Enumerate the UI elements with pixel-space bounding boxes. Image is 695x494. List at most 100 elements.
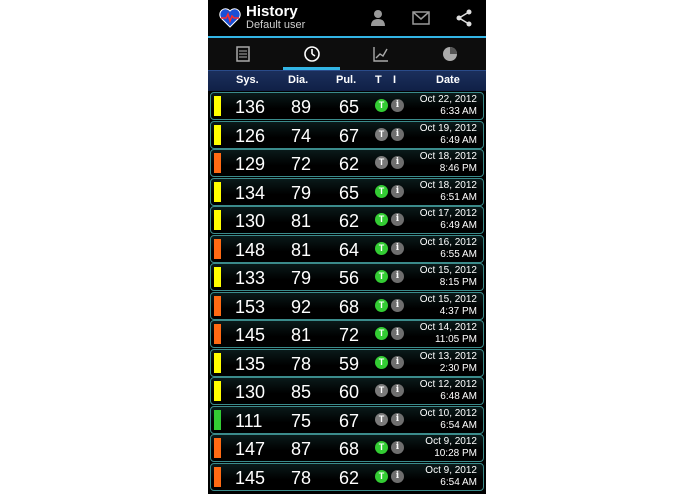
dia-value: 79 — [291, 182, 312, 203]
sys-value: 147 — [235, 439, 266, 459]
sys-value: 134 — [235, 182, 266, 203]
dia-value: 78 — [291, 353, 312, 374]
t-flag-icon[interactable]: T — [375, 412, 388, 426]
info-icon[interactable]: i — [391, 384, 404, 397]
time-text: 6:49 AM — [440, 134, 477, 146]
app-subtitle: Default user — [246, 19, 306, 31]
date-text: Oct 19, 2012 — [419, 122, 477, 134]
dia-value: 74 — [291, 125, 312, 146]
t-flag-icon[interactable]: T — [375, 156, 388, 169]
sys-value: 133 — [235, 268, 266, 288]
date-text: Oct 12, 2012 — [419, 379, 477, 390]
col-t[interactable]: T — [375, 74, 382, 86]
time-text: 8:15 PM — [439, 277, 477, 288]
tab-gauge[interactable] — [277, 38, 346, 70]
col-dia[interactable]: Dia. — [288, 74, 308, 86]
info-icon[interactable]: i — [391, 99, 404, 112]
pie-chart-icon — [442, 47, 457, 61]
table-row[interactable]: 130 85 60 Ti Oct 12, 2012 6:48 AM — [210, 377, 484, 405]
date-cell: Oct 14, 2012 11:05 PM — [409, 322, 477, 346]
info-icon[interactable]: i — [391, 184, 404, 198]
info-icon[interactable]: i — [391, 327, 404, 340]
date-cell: Oct 19, 2012 6:49 AM — [409, 123, 477, 147]
action-bar: History Default user — [208, 0, 486, 36]
mail-icon[interactable] — [411, 8, 431, 28]
t-flag-icon[interactable]: T — [375, 270, 388, 283]
table-row[interactable]: 145 81 72 Ti Oct 14, 2012 11:05 PM — [210, 320, 484, 348]
info-icon[interactable]: i — [391, 412, 404, 426]
date-cell: Oct 17, 2012 6:49 AM — [409, 208, 477, 232]
t-flag-icon[interactable]: T — [375, 384, 388, 397]
pulse-value: 65 — [339, 182, 360, 203]
table-row[interactable]: 129 72 62 Ti Oct 18, 2012 8:46 PM — [210, 149, 484, 177]
pulse-value: 56 — [339, 268, 360, 288]
t-flag-icon[interactable]: T — [375, 298, 388, 312]
t-flag-icon[interactable]: T — [375, 213, 388, 226]
col-date[interactable]: Date — [436, 74, 460, 86]
table-row[interactable]: 145 78 62 Ti Oct 9, 2012 6:54 AM — [210, 462, 484, 491]
t-flag-icon[interactable]: T — [375, 327, 388, 340]
info-icon[interactable]: i — [391, 355, 404, 369]
time-text: 10:28 PM — [434, 448, 477, 459]
t-flag-icon[interactable]: T — [375, 99, 388, 112]
pulse-value: 59 — [339, 353, 360, 374]
table-row[interactable]: 136 89 65 Ti Oct 22, 2012 6:33 AM — [210, 92, 484, 120]
t-flag-icon[interactable]: T — [375, 127, 388, 141]
info-icon[interactable]: i — [391, 213, 404, 226]
date-text: Oct 17, 2012 — [419, 208, 477, 219]
table-row[interactable]: 148 81 64 Ti Oct 16, 2012 6:55 AM — [210, 234, 484, 263]
table-row[interactable]: 153 92 68 Ti Oct 15, 2012 4:37 PM — [210, 291, 484, 320]
col-pul[interactable]: Pul. — [336, 74, 356, 86]
t-flag-icon[interactable]: T — [375, 241, 388, 255]
date-cell: Oct 13, 2012 2:30 PM — [409, 351, 477, 375]
info-icon[interactable]: i — [391, 469, 404, 483]
table-row[interactable]: 134 79 65 Ti Oct 18, 2012 6:51 AM — [210, 177, 484, 206]
pulse-value: 72 — [339, 325, 360, 345]
info-icon[interactable]: i — [391, 298, 404, 312]
user-icon[interactable] — [368, 8, 388, 28]
pulse-value: 68 — [339, 296, 360, 317]
table-row[interactable]: 135 78 59 Ti Oct 13, 2012 2:30 PM — [210, 348, 484, 377]
date-text: Oct 9, 2012 — [425, 436, 477, 447]
pressure-level-indicator — [214, 466, 221, 487]
t-flag-icon[interactable]: T — [375, 184, 388, 198]
dia-value: 81 — [291, 325, 312, 345]
table-row[interactable]: 126 74 67 Ti Oct 19, 2012 6:49 AM — [210, 120, 484, 149]
share-icon[interactable] — [454, 8, 474, 28]
date-text: Oct 22, 2012 — [419, 94, 477, 105]
tab-bar — [208, 38, 486, 70]
info-icon[interactable]: i — [391, 441, 404, 454]
date-text: Oct 18, 2012 — [419, 179, 477, 191]
tab-list[interactable] — [208, 38, 277, 70]
t-flag-icon[interactable]: T — [375, 355, 388, 369]
time-text: 6:54 AM — [440, 419, 477, 431]
t-flag-icon[interactable]: T — [375, 441, 388, 454]
tab-pie-chart[interactable] — [415, 38, 484, 70]
date-cell: Oct 18, 2012 8:46 PM — [409, 151, 477, 175]
date-text: Oct 13, 2012 — [419, 350, 477, 362]
dia-value: 87 — [291, 439, 312, 459]
sys-value: 148 — [235, 239, 266, 260]
pressure-level-indicator — [214, 381, 221, 401]
info-icon[interactable]: i — [391, 241, 404, 255]
time-text: 11:05 PM — [434, 334, 477, 345]
table-row[interactable]: 111 75 67 Ti Oct 10, 2012 6:54 AM — [210, 405, 484, 434]
dia-value: 75 — [291, 410, 312, 431]
tab-line-chart[interactable] — [346, 38, 415, 70]
date-cell: Oct 10, 2012 6:54 AM — [409, 408, 477, 432]
info-icon[interactable]: i — [391, 127, 404, 141]
info-icon[interactable]: i — [391, 270, 404, 283]
table-row[interactable]: 147 87 68 Ti Oct 9, 2012 10:28 PM — [210, 434, 484, 462]
table-row[interactable]: 133 79 56 Ti Oct 15, 2012 8:15 PM — [210, 263, 484, 291]
heart-logo-icon[interactable] — [218, 6, 242, 30]
col-i[interactable]: I — [393, 74, 396, 86]
date-cell: Oct 9, 2012 6:54 AM — [409, 465, 477, 489]
pulse-value: 68 — [339, 439, 360, 459]
sys-value: 135 — [235, 353, 266, 374]
col-sys[interactable]: Sys. — [236, 74, 259, 86]
info-icon[interactable]: i — [391, 156, 404, 169]
pulse-value: 62 — [339, 154, 360, 174]
table-row[interactable]: 130 81 62 Ti Oct 17, 2012 6:49 AM — [210, 206, 484, 234]
t-flag-icon[interactable]: T — [375, 469, 388, 483]
dia-value: 79 — [291, 268, 312, 288]
